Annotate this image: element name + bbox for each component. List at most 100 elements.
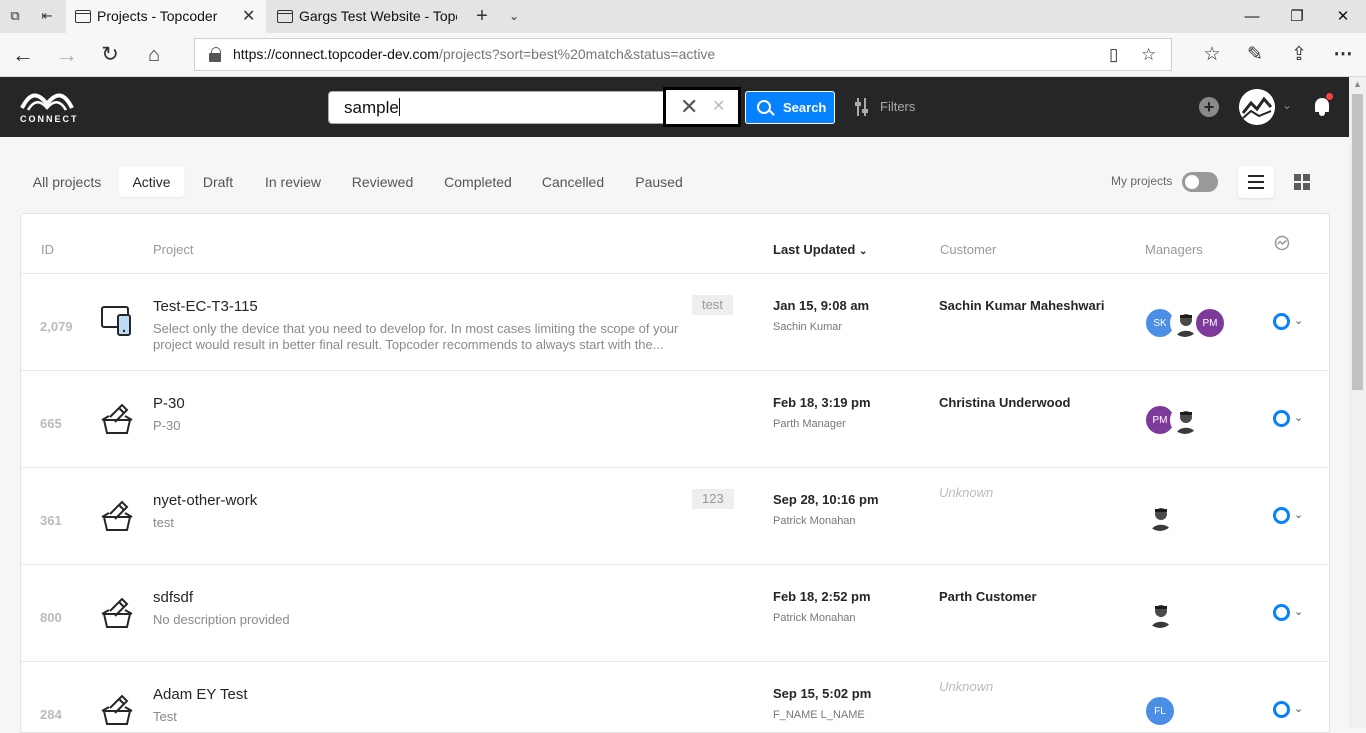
tab-paused[interactable]: Paused	[628, 167, 690, 197]
back-arrow-icon[interactable]: ←	[7, 40, 39, 70]
url-text: https://connect.topcoder-dev.com/project…	[233, 46, 716, 62]
notifications-bell-icon[interactable]	[1313, 93, 1333, 117]
restore-button[interactable]: ❐	[1274, 0, 1320, 33]
status-chevron-icon[interactable]: ⌄	[1294, 702, 1303, 715]
search-button[interactable]: Search	[745, 91, 835, 124]
web-note-icon[interactable]: ✎	[1241, 42, 1269, 68]
share-icon[interactable]: ⇪	[1285, 42, 1313, 68]
column-header-customer[interactable]: Customer	[940, 242, 996, 258]
tab-title: Projects - Topcoder	[97, 8, 218, 24]
project-status-circle-icon[interactable]	[1273, 507, 1290, 524]
project-status-circle-icon[interactable]	[1273, 604, 1290, 621]
grid-view-icon[interactable]	[1294, 174, 1310, 190]
tab-actions-icon[interactable]: ⧉	[6, 8, 24, 24]
project-status-circle-icon[interactable]	[1273, 313, 1290, 330]
manager-avatar-photo[interactable]	[1170, 405, 1200, 435]
column-header-id[interactable]: ID	[41, 242, 54, 258]
project-name[interactable]: Test-EC-T3-115	[153, 298, 258, 315]
connect-logo[interactable]: CONNECT	[20, 90, 77, 126]
set-tabs-aside-icon[interactable]: ⇤	[38, 8, 56, 24]
project-name[interactable]: sdfsdf	[153, 589, 193, 606]
close-tab-icon[interactable]: ✕	[242, 0, 255, 33]
customer-name: Parth Customer	[939, 589, 1037, 604]
project-description: Test	[153, 709, 177, 724]
project-description: Select only the device that you need to …	[153, 321, 679, 352]
project-description: No description provided	[153, 612, 290, 627]
manager-avatar-photo[interactable]	[1145, 599, 1175, 629]
tab-list-chevron-icon[interactable]: ⌄	[505, 8, 523, 24]
close-search-icon[interactable]: ✕	[712, 95, 725, 119]
table-row[interactable]: 361 nyet-other-work test 123 Sep 28, 10:…	[21, 468, 1329, 565]
tab-title: Gargs Test Website - Topcoder	[299, 8, 457, 24]
edit-box-icon	[101, 403, 133, 434]
refresh-icon[interactable]: ↻	[94, 40, 126, 70]
sliders-icon	[855, 98, 869, 116]
forward-arrow-icon[interactable]: →	[51, 40, 83, 70]
filters-label: Filters	[880, 99, 916, 114]
edit-box-icon	[101, 500, 133, 531]
column-header-managers[interactable]: Managers	[1145, 242, 1203, 258]
updated-by: F_NAME L_NAME	[773, 709, 865, 721]
project-tag: test	[692, 295, 733, 315]
project-name[interactable]: P-30	[153, 395, 185, 412]
minimize-button[interactable]: —	[1229, 0, 1275, 33]
search-value: sample	[344, 98, 399, 117]
status-column-icon[interactable]	[1274, 235, 1290, 251]
new-tab-icon[interactable]: +	[473, 6, 491, 26]
last-updated-date: Sep 15, 5:02 pm	[773, 686, 872, 701]
project-id: 665	[40, 416, 62, 431]
table-row[interactable]: 665 P-30 P-30 Feb 18, 3:19 pm Parth Mana…	[21, 371, 1329, 468]
table-row[interactable]: 284 Adam EY Test Test Sep 15, 5:02 pm F_…	[21, 662, 1329, 728]
column-header-project[interactable]: Project	[153, 242, 193, 258]
project-status-circle-icon[interactable]	[1273, 410, 1290, 427]
tab-gargs-test-website[interactable]: Gargs Test Website - Topcoder	[268, 0, 466, 33]
scroll-up-icon[interactable]: ▲	[1353, 79, 1362, 89]
page-scrollbar[interactable]: ▲	[1349, 77, 1366, 728]
tab-draft[interactable]: Draft	[196, 167, 240, 197]
status-chevron-icon[interactable]: ⌄	[1294, 508, 1303, 521]
scrollbar-thumb[interactable]	[1352, 94, 1363, 390]
reading-view-icon[interactable]: ▯	[1109, 45, 1118, 65]
table-row[interactable]: 2,079 Test-EC-T3-115 Select only the dev…	[21, 274, 1329, 371]
my-projects-label: My projects	[1111, 174, 1173, 188]
more-menu-icon[interactable]: ⋯	[1329, 42, 1357, 68]
manager-avatar-photo[interactable]	[1145, 502, 1175, 532]
manager-avatar[interactable]: FL	[1145, 696, 1175, 726]
list-view-button[interactable]	[1238, 166, 1274, 198]
home-icon[interactable]: ⌂	[138, 40, 170, 70]
table-row[interactable]: 800 sdfsdf No description provided Feb 1…	[21, 565, 1329, 662]
project-id: 2,079	[40, 319, 73, 334]
new-project-plus-icon[interactable]: +	[1199, 97, 1219, 117]
column-header-last-updated[interactable]: Last Updated ⌄	[773, 242, 867, 260]
tab-projects-topcoder[interactable]: Projects - Topcoder ✕	[66, 0, 266, 33]
tab-reviewed[interactable]: Reviewed	[346, 167, 419, 197]
close-window-button[interactable]: ✕	[1320, 0, 1366, 33]
customer-name: Christina Underwood	[939, 395, 1071, 410]
url-field[interactable]: https://connect.topcoder-dev.com/project…	[194, 38, 1172, 71]
favorites-hub-icon[interactable]: ☆	[1198, 42, 1226, 68]
user-menu-chevron-icon[interactable]: ⌄	[1282, 98, 1292, 112]
manager-avatar[interactable]: PM	[1195, 308, 1225, 338]
status-chevron-icon[interactable]: ⌄	[1294, 314, 1303, 327]
favorite-star-icon[interactable]: ☆	[1141, 45, 1156, 65]
tab-in-review[interactable]: In review	[257, 167, 329, 197]
lock-icon	[209, 47, 221, 62]
status-chevron-icon[interactable]: ⌄	[1294, 605, 1303, 618]
tab-completed[interactable]: Completed	[436, 167, 520, 197]
project-name[interactable]: Adam EY Test	[153, 686, 248, 703]
project-tag: 123	[692, 489, 734, 509]
user-avatar[interactable]	[1239, 89, 1275, 125]
my-projects-toggle[interactable]	[1182, 172, 1218, 192]
search-input[interactable]: sample	[328, 91, 664, 124]
project-status-circle-icon[interactable]	[1273, 701, 1290, 718]
sort-chevron-icon: ⌄	[858, 246, 868, 257]
last-updated-date: Feb 18, 3:19 pm	[773, 395, 871, 410]
clear-search-icon[interactable]: ✕	[680, 94, 698, 120]
status-chevron-icon[interactable]: ⌄	[1294, 411, 1303, 424]
tab-active[interactable]: Active	[119, 167, 184, 197]
clear-search-box[interactable]: ✕ ✕	[663, 87, 741, 127]
tab-cancelled[interactable]: Cancelled	[536, 167, 610, 197]
browser-tab-bar: ⧉ ⇤ Projects - Topcoder ✕ Gargs Test Web…	[0, 0, 1366, 33]
tab-all-projects[interactable]: All projects	[27, 167, 107, 197]
project-name[interactable]: nyet-other-work	[153, 492, 257, 509]
